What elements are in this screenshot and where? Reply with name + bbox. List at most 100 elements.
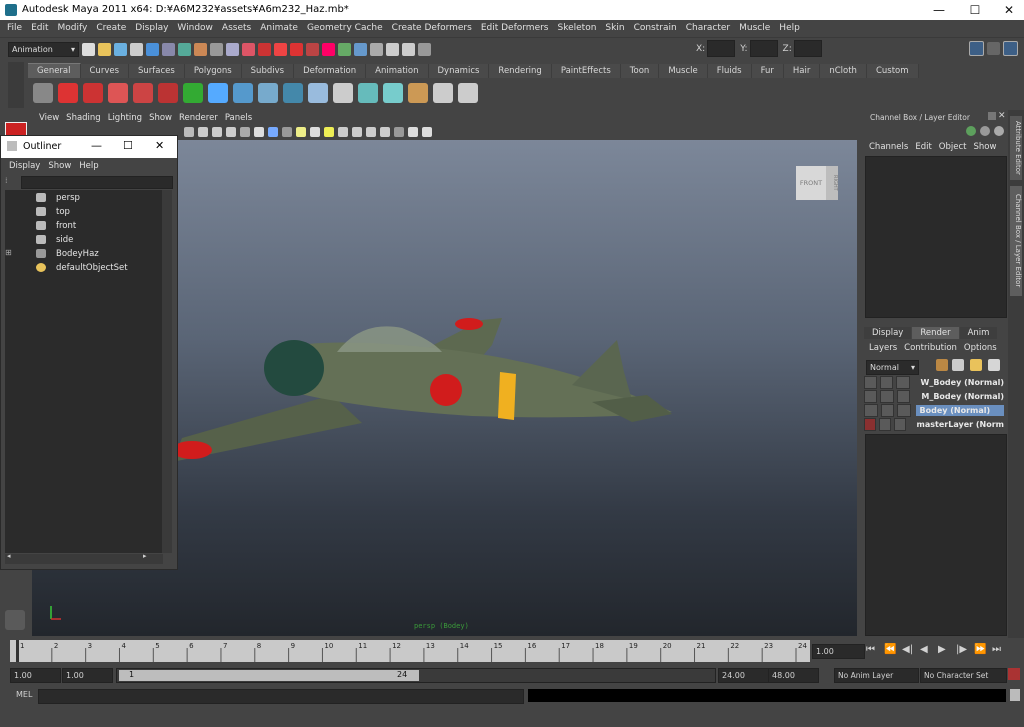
status-tool-3-icon[interactable] bbox=[114, 42, 127, 56]
attribute-editor-toggle-icon[interactable] bbox=[969, 41, 984, 56]
step-back-key-icon[interactable]: ⏪ bbox=[884, 644, 902, 655]
panel-tool-3-icon[interactable] bbox=[212, 127, 222, 137]
panel-tool-7-icon[interactable] bbox=[268, 127, 278, 137]
menu-skin[interactable]: Skin bbox=[605, 20, 624, 37]
status-tool-17-icon[interactable] bbox=[338, 42, 351, 56]
outliner-menu-help[interactable]: Help bbox=[79, 161, 98, 171]
outliner-item[interactable]: side bbox=[5, 234, 163, 247]
scroll-right-icon[interactable]: ▸ bbox=[143, 552, 147, 560]
shelf-tab-fluids[interactable]: Fluids bbox=[707, 63, 752, 78]
panel-menu-panels[interactable]: Panels bbox=[225, 113, 252, 123]
character-set-dropdown[interactable]: No Character Set bbox=[920, 668, 1007, 683]
menu-create[interactable]: Create bbox=[96, 20, 126, 37]
panel-tool-8-icon[interactable] bbox=[282, 127, 292, 137]
status-tool-4-icon[interactable] bbox=[130, 42, 143, 56]
outliner-item[interactable]: ⊞ BodeyHaz bbox=[5, 248, 163, 261]
shelf-tab-animation[interactable]: Animation bbox=[366, 63, 429, 78]
panel-tool-13-icon[interactable] bbox=[352, 127, 362, 137]
channel-menu-channels[interactable]: Channels bbox=[869, 142, 908, 152]
layer-settings-icon[interactable] bbox=[896, 376, 910, 389]
layout-mode-icon[interactable] bbox=[994, 126, 1004, 136]
status-tool-18-icon[interactable] bbox=[354, 42, 367, 56]
step-back-frame-icon[interactable]: ◀| bbox=[902, 644, 920, 655]
outliner-item[interactable]: front bbox=[5, 220, 163, 233]
shelf-tab-rendering[interactable]: Rendering bbox=[489, 63, 552, 78]
outliner-maximize-button[interactable]: ☐ bbox=[123, 139, 133, 152]
channel-box-toggle-icon[interactable] bbox=[1003, 41, 1018, 56]
menu-edit[interactable]: Edit bbox=[31, 20, 48, 37]
step-forward-key-icon[interactable]: ⏩ bbox=[974, 644, 992, 655]
layer-settings-icon[interactable] bbox=[893, 418, 906, 431]
panel-close-icon[interactable]: ✕ bbox=[998, 111, 1006, 121]
panel-tool-17-icon[interactable] bbox=[408, 127, 418, 137]
menu-character[interactable]: Character bbox=[686, 20, 730, 37]
shelf-tab-dynamics[interactable]: Dynamics bbox=[428, 63, 490, 78]
panel-menu-renderer[interactable]: Renderer bbox=[179, 113, 218, 123]
menu-muscle[interactable]: Muscle bbox=[739, 20, 770, 37]
status-tool-12-icon[interactable] bbox=[258, 42, 271, 56]
menu-animate[interactable]: Animate bbox=[260, 20, 298, 37]
panel-tool-14-icon[interactable] bbox=[366, 127, 376, 137]
filter-icon[interactable]: ⁞ bbox=[5, 176, 15, 186]
outliner-item[interactable]: defaultObjectSet bbox=[5, 262, 163, 275]
shelf-tab-ncloth[interactable]: nCloth bbox=[820, 63, 867, 78]
menu-file[interactable]: File bbox=[7, 20, 22, 37]
layer-menu-options[interactable]: Options bbox=[964, 343, 997, 353]
channel-box-tab[interactable]: Channel Box / Layer Editor bbox=[1010, 186, 1022, 296]
anim-layer-dropdown[interactable]: No Anim Layer bbox=[834, 668, 919, 683]
panel-tool-10-icon[interactable] bbox=[310, 127, 320, 137]
shelf-tool-6-icon[interactable] bbox=[158, 83, 178, 103]
panel-menu-show[interactable]: Show bbox=[149, 113, 172, 123]
layer-tab-anim[interactable]: Anim bbox=[959, 327, 998, 339]
time-slider[interactable]: 1 2 3 4 5 6 7 8 9 10 11 12 13 14 15 16 17 18 19 20 21 22 23 24 bbox=[10, 640, 810, 662]
shelf-tool-2-icon[interactable] bbox=[58, 83, 78, 103]
shelf-tab-general[interactable]: General bbox=[28, 63, 81, 78]
status-tool-6-icon[interactable] bbox=[162, 42, 175, 56]
layer-visibility-icon[interactable] bbox=[880, 404, 894, 417]
render-layer-row[interactable]: W_Bodey (Normal) bbox=[864, 376, 1004, 389]
panel-menu-lighting[interactable]: Lighting bbox=[108, 113, 142, 123]
status-tool-11-icon[interactable] bbox=[242, 42, 255, 56]
layer-render-icon[interactable] bbox=[864, 376, 878, 389]
menu-create-deformers[interactable]: Create Deformers bbox=[392, 20, 472, 37]
outliner-filter-input[interactable] bbox=[21, 176, 173, 189]
panel-tool-15-icon[interactable] bbox=[380, 127, 390, 137]
shelf-tab-custom[interactable]: Custom bbox=[866, 63, 919, 78]
shelf-tool-10-icon[interactable] bbox=[258, 83, 278, 103]
panel-tool-1-icon[interactable] bbox=[184, 127, 194, 137]
panel-tool-2-icon[interactable] bbox=[198, 127, 208, 137]
menu-help[interactable]: Help bbox=[779, 20, 800, 37]
shelf-tab-subdivs[interactable]: Subdivs bbox=[241, 63, 295, 78]
blend-mode-dropdown[interactable]: Normal ▾ bbox=[866, 360, 919, 375]
shelf-tab-painteffects[interactable]: PaintEffects bbox=[551, 63, 621, 78]
play-forward-icon[interactable]: ▶ bbox=[938, 644, 956, 655]
panel-tool-6-icon[interactable] bbox=[254, 127, 264, 137]
go-to-end-icon[interactable]: ⏭ bbox=[992, 644, 1010, 655]
shelf-tool-5-icon[interactable] bbox=[133, 83, 153, 103]
outliner-minimize-button[interactable]: — bbox=[91, 139, 102, 152]
z-field[interactable] bbox=[793, 40, 822, 57]
panel-tool-4-icon[interactable] bbox=[226, 127, 236, 137]
panel-tool-18-icon[interactable] bbox=[422, 127, 432, 137]
shelf-tool-4-icon[interactable] bbox=[108, 83, 128, 103]
layer-render-icon[interactable] bbox=[864, 404, 878, 417]
panel-tool-11-icon[interactable] bbox=[324, 127, 334, 137]
layer-visibility-icon[interactable] bbox=[878, 418, 891, 431]
new-layer-icon[interactable] bbox=[936, 359, 948, 371]
render-layer-row[interactable]: masterLayer (Norm bbox=[864, 418, 1004, 431]
panel-tool-9-icon[interactable] bbox=[296, 127, 306, 137]
range-slider-handle[interactable]: 1 24 bbox=[119, 670, 419, 681]
play-backward-icon[interactable]: ◀ bbox=[920, 644, 938, 655]
quick-layout-icon[interactable] bbox=[5, 610, 25, 630]
current-frame-marker[interactable] bbox=[16, 640, 19, 662]
x-field[interactable] bbox=[707, 40, 736, 57]
menu-modify[interactable]: Modify bbox=[58, 20, 88, 37]
menu-edit-deformers[interactable]: Edit Deformers bbox=[481, 20, 549, 37]
current-frame-field[interactable]: 1.00 bbox=[812, 644, 865, 659]
new-layer-selected-icon[interactable] bbox=[952, 359, 964, 371]
view-cube-front-face[interactable]: FRONT bbox=[796, 166, 826, 200]
end-time-field[interactable]: 48.00 bbox=[768, 668, 819, 683]
layer-settings-icon[interactable] bbox=[896, 390, 911, 403]
mel-input[interactable] bbox=[38, 689, 524, 704]
status-tool-13-icon[interactable] bbox=[274, 42, 287, 56]
